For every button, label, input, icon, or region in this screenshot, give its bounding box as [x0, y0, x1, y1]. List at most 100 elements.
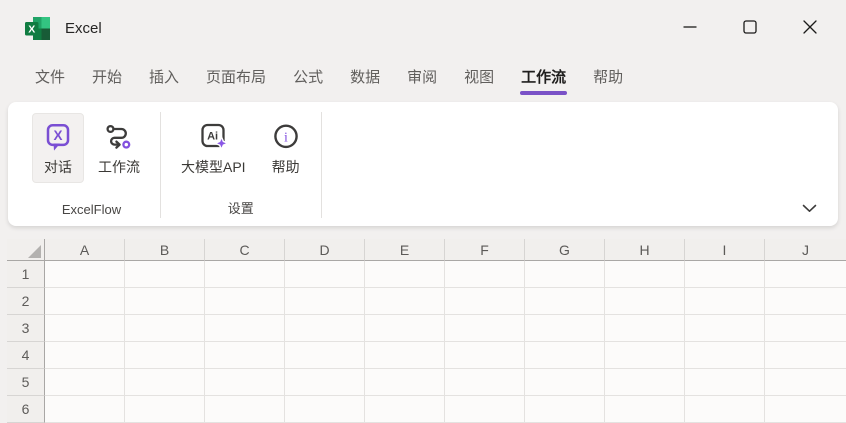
cell-H6[interactable] [605, 396, 685, 423]
column-header-E[interactable]: E [365, 239, 445, 261]
cell-A1[interactable] [45, 261, 125, 288]
cell-F5[interactable] [445, 369, 525, 396]
cell-G5[interactable] [525, 369, 605, 396]
cell-G6[interactable] [525, 396, 605, 423]
cell-D4[interactable] [285, 342, 365, 369]
tab-page-layout[interactable]: 页面布局 [206, 57, 266, 96]
cell-G4[interactable] [525, 342, 605, 369]
cell-A3[interactable] [45, 315, 125, 342]
cell-F1[interactable] [445, 261, 525, 288]
column-header-B[interactable]: B [125, 239, 205, 261]
cell-H3[interactable] [605, 315, 685, 342]
worksheet-grid: ABCDEFGHIJ123456 [7, 239, 846, 423]
cell-C1[interactable] [205, 261, 285, 288]
column-header-D[interactable]: D [285, 239, 365, 261]
tab-help[interactable]: 帮助 [593, 57, 623, 96]
cell-I6[interactable] [685, 396, 765, 423]
cell-C2[interactable] [205, 288, 285, 315]
cell-I5[interactable] [685, 369, 765, 396]
select-all-triangle-icon [28, 245, 41, 258]
cell-F4[interactable] [445, 342, 525, 369]
cell-C4[interactable] [205, 342, 285, 369]
cell-E2[interactable] [365, 288, 445, 315]
column-header-G[interactable]: G [525, 239, 605, 261]
column-header-A[interactable]: A [45, 239, 125, 261]
cell-B5[interactable] [125, 369, 205, 396]
cell-J3[interactable] [765, 315, 846, 342]
column-header-C[interactable]: C [205, 239, 285, 261]
cell-I1[interactable] [685, 261, 765, 288]
cell-H4[interactable] [605, 342, 685, 369]
row-header-4[interactable]: 4 [7, 342, 45, 369]
cell-J5[interactable] [765, 369, 846, 396]
cell-H2[interactable] [605, 288, 685, 315]
row-header-5[interactable]: 5 [7, 369, 45, 396]
row-header-2[interactable]: 2 [7, 288, 45, 315]
cell-B2[interactable] [125, 288, 205, 315]
cell-D1[interactable] [285, 261, 365, 288]
row-header-6[interactable]: 6 [7, 396, 45, 423]
tab-workflow[interactable]: 工作流 [521, 57, 566, 96]
close-button[interactable] [796, 15, 824, 43]
cell-A2[interactable] [45, 288, 125, 315]
ribbon-group-label: ExcelFlow [32, 202, 151, 226]
cell-H1[interactable] [605, 261, 685, 288]
cell-B1[interactable] [125, 261, 205, 288]
cell-C5[interactable] [205, 369, 285, 396]
tab-home[interactable]: 开始 [92, 57, 122, 96]
tab-formulas[interactable]: 公式 [293, 57, 323, 96]
row-header-3[interactable]: 3 [7, 315, 45, 342]
maximize-button[interactable] [736, 15, 764, 43]
cell-C6[interactable] [205, 396, 285, 423]
cell-G3[interactable] [525, 315, 605, 342]
row-header-1[interactable]: 1 [7, 261, 45, 288]
cell-D6[interactable] [285, 396, 365, 423]
select-all-corner[interactable] [7, 239, 45, 261]
tab-insert[interactable]: 插入 [149, 57, 179, 96]
cell-A6[interactable] [45, 396, 125, 423]
cell-F2[interactable] [445, 288, 525, 315]
help-button[interactable]: i帮助 [260, 113, 312, 183]
cell-I2[interactable] [685, 288, 765, 315]
workflow-button[interactable]: 工作流 [87, 113, 151, 183]
cell-J4[interactable] [765, 342, 846, 369]
minimize-button[interactable] [676, 15, 704, 43]
ribbon-collapse-button[interactable] [796, 198, 822, 218]
cell-C3[interactable] [205, 315, 285, 342]
cell-D2[interactable] [285, 288, 365, 315]
cell-I4[interactable] [685, 342, 765, 369]
tab-view[interactable]: 视图 [464, 57, 494, 96]
cell-J2[interactable] [765, 288, 846, 315]
column-header-J[interactable]: J [765, 239, 846, 261]
cell-G2[interactable] [525, 288, 605, 315]
cell-B6[interactable] [125, 396, 205, 423]
cell-F6[interactable] [445, 396, 525, 423]
column-header-I[interactable]: I [685, 239, 765, 261]
cell-B4[interactable] [125, 342, 205, 369]
cell-H5[interactable] [605, 369, 685, 396]
cell-A5[interactable] [45, 369, 125, 396]
cell-D5[interactable] [285, 369, 365, 396]
cell-A4[interactable] [45, 342, 125, 369]
cell-B3[interactable] [125, 315, 205, 342]
cell-E6[interactable] [365, 396, 445, 423]
tab-file[interactable]: 文件 [35, 57, 65, 96]
cell-J6[interactable] [765, 396, 846, 423]
column-header-F[interactable]: F [445, 239, 525, 261]
cell-E1[interactable] [365, 261, 445, 288]
cell-G1[interactable] [525, 261, 605, 288]
cell-E3[interactable] [365, 315, 445, 342]
cell-F3[interactable] [445, 315, 525, 342]
cell-D3[interactable] [285, 315, 365, 342]
cell-I3[interactable] [685, 315, 765, 342]
column-header-H[interactable]: H [605, 239, 685, 261]
column-header-row: ABCDEFGHIJ [7, 239, 846, 261]
chat-button[interactable]: X对话 [32, 113, 84, 183]
cell-J1[interactable] [765, 261, 846, 288]
tab-data[interactable]: 数据 [350, 57, 380, 96]
ribbon-tab-bar: 文件开始插入页面布局公式数据审阅视图工作流帮助 [0, 57, 846, 96]
cell-E5[interactable] [365, 369, 445, 396]
cell-E4[interactable] [365, 342, 445, 369]
llm-api-button[interactable]: Ai大模型API [170, 113, 257, 183]
tab-review[interactable]: 审阅 [407, 57, 437, 96]
